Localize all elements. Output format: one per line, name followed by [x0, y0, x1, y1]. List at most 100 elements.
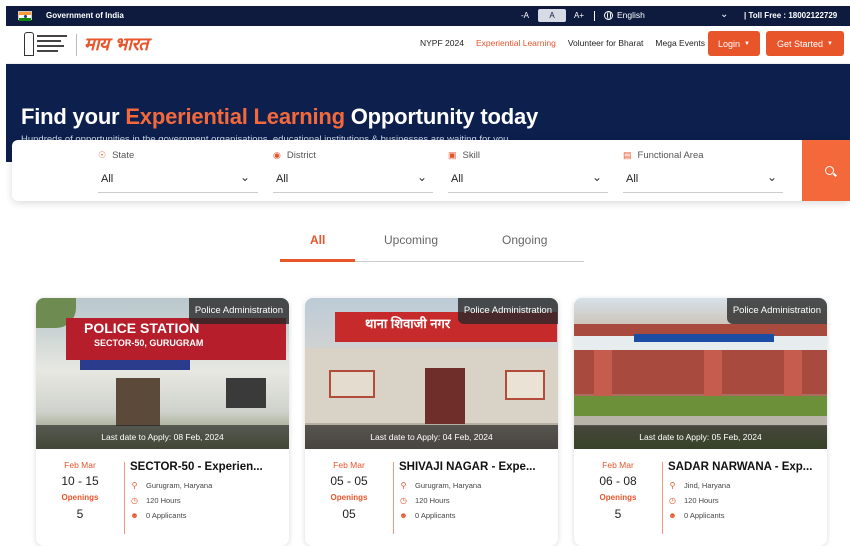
openings-label: Openings — [61, 493, 99, 502]
calendar-icon: ▤ — [623, 150, 632, 160]
search-icon — [824, 166, 834, 175]
openings-count: 5 — [614, 507, 622, 521]
card-location: Gurugram, Haryana — [415, 481, 482, 490]
search-filter-bar: ☉ State All ⌄ ◉ District All ⌄ ▣ Skill All … — [12, 140, 850, 201]
opportunity-card[interactable]: POLICE STATION SECTOR-50, GURUGRAM Polic… — [36, 298, 289, 546]
ministry-logo[interactable] — [22, 30, 70, 60]
hero-title-post: Opportunity today — [344, 104, 539, 129]
divider — [594, 11, 595, 21]
field-underline — [98, 192, 258, 193]
login-button[interactable]: Login ▼ — [708, 31, 760, 56]
nav-link-volunteer[interactable]: Volunteer for Bharat — [568, 38, 644, 48]
mybharat-logo[interactable]: माय भारत — [84, 32, 149, 56]
date-column: Feb Mar 10 - 15 Openings 5 — [36, 458, 124, 521]
nav-link-experiential-learning[interactable]: Experiential Learning — [476, 38, 556, 48]
card-info: SADAR NARWANA - Exp... ⚲ Jind, Haryana ◷ 1… — [668, 461, 823, 520]
divider — [393, 462, 394, 534]
district-value: All — [276, 173, 289, 185]
card-title[interactable]: SADAR NARWANA - Exp... — [668, 461, 823, 473]
state-label: State — [112, 150, 135, 161]
clock-icon: ◷ — [131, 496, 138, 505]
chevron-down-icon: ⌄ — [767, 170, 778, 184]
opportunity-card[interactable]: Police Administration Last date to Apply… — [574, 298, 827, 546]
gov-top-bar: Government of India -A A A+ English ⌄ | … — [6, 6, 850, 26]
chevron-down-icon: ⌄ — [240, 170, 251, 184]
login-label: Login — [718, 38, 741, 49]
location-icon: ⚲ — [131, 481, 138, 490]
days: 05 - 05 — [330, 474, 368, 488]
card-info: SHIVAJI NAGAR - Expe... ⚲ Gurugram, Harya… — [399, 461, 554, 520]
card-image: POLICE STATION SECTOR-50, GURUGRAM Polic… — [36, 298, 289, 449]
card-image: थाना शिवाजी नगर Police Administration La… — [305, 298, 558, 449]
font-normal-button[interactable]: A — [538, 9, 566, 22]
card-image: Police Administration Last date to Apply… — [574, 298, 827, 449]
openings-label: Openings — [330, 493, 368, 502]
photo-sign-text: POLICE STATION — [84, 320, 200, 336]
caret-down-icon: ▼ — [744, 40, 750, 47]
state-select[interactable]: ☉ State All ⌄ — [12, 140, 267, 201]
district-select[interactable]: ◉ District All ⌄ — [267, 140, 442, 201]
gov-text: Government of India — [46, 11, 124, 20]
photo-sign-text: थाना शिवाजी नगर — [365, 316, 451, 331]
language-label: English — [617, 10, 645, 20]
field-underline — [448, 192, 608, 193]
tab-ongoing[interactable]: Ongoing — [502, 233, 547, 247]
users-icon: ☻ — [668, 511, 677, 520]
font-increase-button[interactable]: A+ — [570, 9, 588, 22]
nav-links: NYPF 2024 Experiential Learning Voluntee… — [420, 38, 705, 48]
months: Feb Mar — [64, 460, 96, 470]
skill-value: All — [451, 173, 464, 185]
eye-icon: ◉ — [273, 150, 281, 160]
caret-down-icon: ▼ — [827, 40, 833, 47]
location-icon: ⚲ — [669, 481, 676, 490]
functional-area-select[interactable]: ▤ Functional Area All ⌄ — [617, 140, 797, 201]
active-tab-indicator — [280, 259, 355, 262]
field-underline — [273, 192, 433, 193]
category-tag: Police Administration — [726, 298, 827, 324]
globe-icon — [604, 10, 613, 20]
clock-icon: ◷ — [400, 496, 407, 505]
card-applicants: 0 Applicants — [684, 511, 725, 520]
divider — [124, 462, 125, 534]
chevron-down-icon[interactable]: ⌄ — [720, 9, 728, 20]
tab-upcoming[interactable]: Upcoming — [384, 233, 438, 247]
card-location: Jind, Haryana — [684, 481, 731, 490]
date-column: Feb Mar 05 - 05 Openings 05 — [305, 458, 393, 521]
openings-label: Openings — [599, 493, 637, 502]
deadline-text: Last date to Apply: 08 Feb, 2024 — [36, 425, 289, 449]
days: 10 - 15 — [61, 474, 99, 488]
font-decrease-button[interactable]: -A — [517, 9, 533, 22]
get-started-button[interactable]: Get Started ▼ — [766, 31, 844, 56]
opportunity-card[interactable]: थाना शिवाजी नगर Police Administration La… — [305, 298, 558, 546]
district-label: District — [286, 150, 316, 161]
divider — [76, 34, 77, 56]
months: Feb Mar — [333, 460, 365, 470]
photo-sign-subtext: SECTOR-50, GURUGRAM — [94, 338, 204, 348]
deadline-text: Last date to Apply: 04 Feb, 2024 — [305, 425, 558, 449]
card-hours: 120 Hours — [146, 496, 181, 505]
hero-title: Find your Experiential Learning Opportun… — [21, 104, 538, 130]
language-select[interactable]: English — [604, 10, 645, 20]
location-icon: ☉ — [98, 150, 107, 160]
hero-title-highlight: Experiential Learning — [125, 104, 345, 129]
functional-area-value: All — [626, 173, 639, 185]
nav-link-mega-events[interactable]: Mega Events — [655, 38, 705, 48]
openings-count: 05 — [342, 507, 356, 521]
search-button[interactable] — [802, 140, 850, 201]
functional-area-label: Functional Area — [637, 150, 704, 161]
card-location: Gurugram, Haryana — [146, 481, 213, 490]
divider — [662, 462, 663, 534]
india-flag-icon — [18, 11, 32, 21]
toll-free-number: | Toll Free : 18002122729 — [744, 11, 838, 20]
skill-select[interactable]: ▣ Skill All ⌄ — [442, 140, 617, 201]
location-icon: ⚲ — [400, 481, 407, 490]
card-applicants: 0 Applicants — [146, 511, 187, 520]
days: 06 - 08 — [599, 474, 637, 488]
deadline-text: Last date to Apply: 05 Feb, 2024 — [574, 425, 827, 449]
card-hours: 120 Hours — [684, 496, 719, 505]
card-title[interactable]: SHIVAJI NAGAR - Expe... — [399, 461, 554, 473]
nav-link-nypf[interactable]: NYPF 2024 — [420, 38, 464, 48]
tab-all[interactable]: All — [310, 233, 325, 247]
card-title[interactable]: SECTOR-50 - Experien... — [130, 461, 285, 473]
state-value: All — [101, 173, 114, 185]
